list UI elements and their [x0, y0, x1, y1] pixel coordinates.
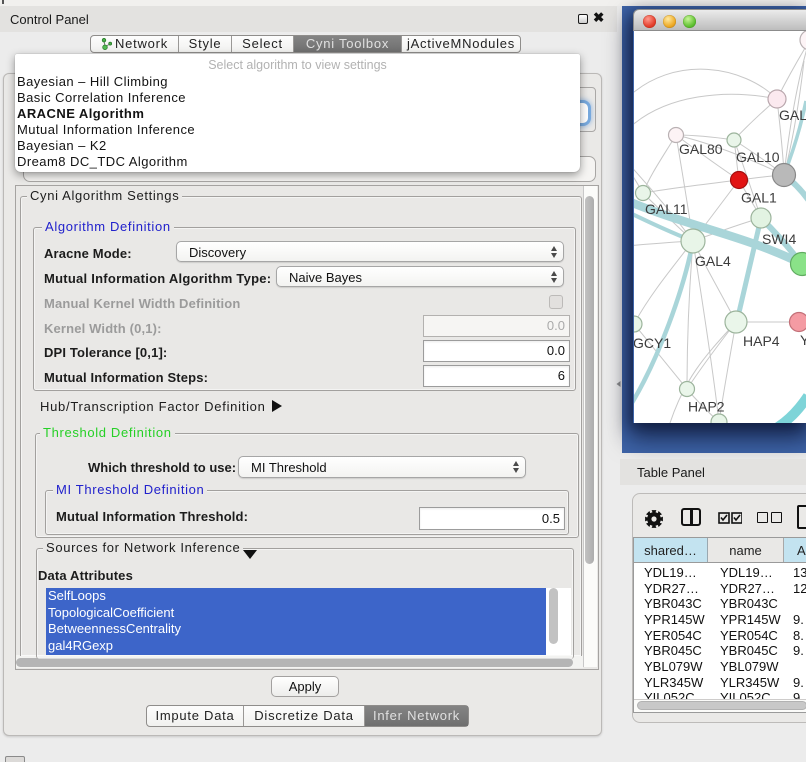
svg-text:GAL4: GAL4 [695, 253, 731, 269]
svg-text:GAL1: GAL1 [741, 190, 777, 206]
svg-text:HAP2: HAP2 [688, 399, 725, 415]
svg-text:GAL80: GAL80 [679, 141, 723, 157]
svg-text:HAP4: HAP4 [743, 333, 780, 349]
svg-text:GCY1: GCY1 [634, 335, 671, 351]
svg-text:GAL11: GAL11 [645, 201, 688, 217]
svg-text:SWI4: SWI4 [762, 231, 796, 247]
svg-text:GAL8: GAL8 [779, 107, 806, 123]
svg-text:GAL10: GAL10 [736, 149, 780, 165]
svg-text:Y: Y [800, 332, 806, 348]
